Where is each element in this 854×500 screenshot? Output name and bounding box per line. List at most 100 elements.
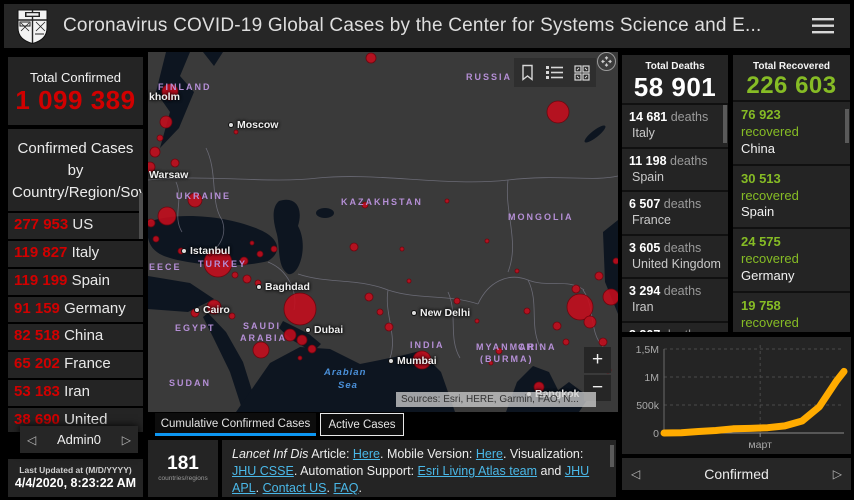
credits-text-segment: Article: [308, 447, 352, 461]
chart-prev-arrow-icon[interactable]: ◁ [631, 467, 640, 481]
case-bubble[interactable] [445, 199, 449, 203]
recovered-list-scrollbar[interactable] [845, 109, 849, 143]
case-bubble[interactable] [162, 84, 178, 100]
confirmed-row[interactable]: 82 518 China [8, 322, 143, 350]
case-bubble[interactable] [563, 339, 569, 345]
recovered-row[interactable]: 19 758recoveredItaly [733, 291, 850, 332]
tab-cumulative-confirmed-cases[interactable]: Cumulative Confirmed Cases [155, 413, 316, 436]
deaths-row[interactable]: 14 681 deathsItaly [622, 103, 728, 147]
case-bubble[interactable] [188, 193, 202, 207]
case-bubble[interactable] [298, 356, 302, 360]
credits-link[interactable]: Here [353, 447, 380, 461]
case-bubble[interactable] [171, 159, 179, 167]
case-bubble[interactable] [284, 293, 316, 325]
confirmed-row[interactable]: 277 953 US [8, 211, 143, 239]
credits-link[interactable]: Contact US [263, 481, 327, 495]
confirmed-row[interactable]: 91 159 Germany [8, 295, 143, 323]
map-toolbar [514, 58, 596, 87]
case-bubble[interactable] [489, 361, 493, 365]
case-bubble[interactable] [595, 272, 603, 280]
deaths-row[interactable]: 3 207 deathsHubei China [622, 321, 728, 333]
case-bubble[interactable] [284, 329, 296, 341]
case-bubble[interactable] [496, 348, 502, 354]
recovered-row[interactable]: 30 513recoveredSpain [733, 164, 850, 228]
case-bubble[interactable] [150, 147, 160, 157]
deaths-row[interactable]: 3 605 deathsUnited Kingdom [622, 234, 728, 278]
case-bubble[interactable] [243, 275, 251, 283]
case-bubble[interactable] [377, 309, 383, 315]
case-bubble[interactable] [534, 382, 544, 392]
case-bubble[interactable] [232, 272, 238, 278]
admin-prev-arrow-icon[interactable]: ◁ [27, 433, 36, 447]
case-bubble[interactable] [148, 162, 155, 172]
case-bubble[interactable] [308, 345, 316, 353]
case-bubble[interactable] [365, 293, 373, 301]
case-bubble[interactable] [178, 248, 184, 254]
confirmed-row[interactable]: 53 183 Iran [8, 378, 143, 406]
case-bubble[interactable] [385, 323, 393, 331]
death-count: 14 681 [629, 110, 667, 124]
tab-active-cases[interactable]: Active Cases [320, 413, 404, 436]
deaths-list-scrollbar[interactable] [723, 105, 727, 143]
case-bubble[interactable] [515, 269, 519, 273]
case-bubble[interactable] [613, 258, 618, 264]
case-bubble[interactable] [257, 251, 263, 257]
case-bubble[interactable] [234, 130, 238, 134]
case-bubble[interactable] [400, 247, 404, 251]
confirmed-row[interactable]: 119 199 Spain [8, 267, 143, 295]
case-bubble[interactable] [297, 335, 307, 345]
case-bubble[interactable] [240, 257, 248, 265]
admin-next-arrow-icon[interactable]: ▷ [122, 433, 131, 447]
case-bubble[interactable] [524, 308, 530, 314]
legend-list-icon[interactable] [546, 65, 563, 80]
deaths-row[interactable]: 3 294 deathsIran [622, 277, 728, 321]
case-bubble[interactable] [603, 289, 618, 305]
case-bubble[interactable] [250, 241, 254, 245]
hamburger-menu-icon[interactable] [812, 18, 834, 34]
case-bubble[interactable] [485, 239, 489, 243]
case-bubble[interactable] [553, 322, 561, 330]
case-bubble[interactable] [153, 236, 159, 242]
case-bubble[interactable] [255, 280, 261, 286]
recovered-row[interactable]: 76 923recoveredChina [733, 100, 850, 164]
case-bubble[interactable] [207, 300, 221, 314]
case-bubble[interactable] [454, 298, 460, 304]
credits-scrollbar[interactable] [610, 445, 614, 467]
confirmed-row[interactable]: 65 202 France [8, 350, 143, 378]
case-bubble[interactable] [350, 243, 358, 251]
case-bubble[interactable] [229, 313, 235, 319]
case-bubble[interactable] [599, 338, 607, 346]
case-bubble[interactable] [160, 116, 172, 128]
bookmark-icon[interactable] [520, 64, 535, 81]
recovered-row[interactable]: 24 575recoveredGermany [733, 227, 850, 291]
case-bubble[interactable] [191, 309, 199, 317]
case-bubble[interactable] [208, 252, 212, 256]
deaths-row[interactable]: 6 507 deathsFrance [622, 190, 728, 234]
case-bubble[interactable] [157, 135, 163, 141]
credits-link[interactable]: Here [476, 447, 503, 461]
basemap-grid-icon[interactable] [574, 65, 590, 81]
case-bubble[interactable] [366, 53, 376, 63]
deaths-row[interactable]: 11 198 deathsSpain [622, 147, 728, 191]
case-bubble[interactable] [158, 207, 176, 225]
credits-link[interactable]: FAQ [333, 481, 358, 495]
credits-link[interactable]: Esri Living Atlas team [418, 464, 538, 478]
case-bubble[interactable] [148, 219, 155, 227]
confirmed-cases-chart[interactable]: 1,5M 1M 500k 0 март [622, 337, 851, 454]
case-bubble[interactable] [253, 342, 269, 358]
case-bubble[interactable] [572, 285, 580, 293]
case-bubble[interactable] [413, 351, 431, 369]
expand-map-icon[interactable] [597, 52, 616, 71]
zoom-in-button[interactable]: + [584, 347, 611, 373]
case-bubble[interactable] [362, 202, 368, 208]
case-bubble[interactable] [271, 246, 277, 252]
case-bubble[interactable] [584, 316, 596, 328]
chart-next-arrow-icon[interactable]: ▷ [833, 467, 842, 481]
confirmed-list-scrollbar[interactable] [139, 193, 143, 239]
credits-link[interactable]: JHU CSSE [232, 464, 294, 478]
confirmed-row[interactable]: 119 827 Italy [8, 239, 143, 267]
world-map[interactable]: FINLAND RUSSIA UKRAINE KAZAKHSTAN MONGOL… [148, 52, 618, 412]
case-bubble[interactable] [475, 319, 479, 323]
case-bubble[interactable] [547, 101, 569, 123]
case-bubble[interactable] [407, 279, 411, 283]
